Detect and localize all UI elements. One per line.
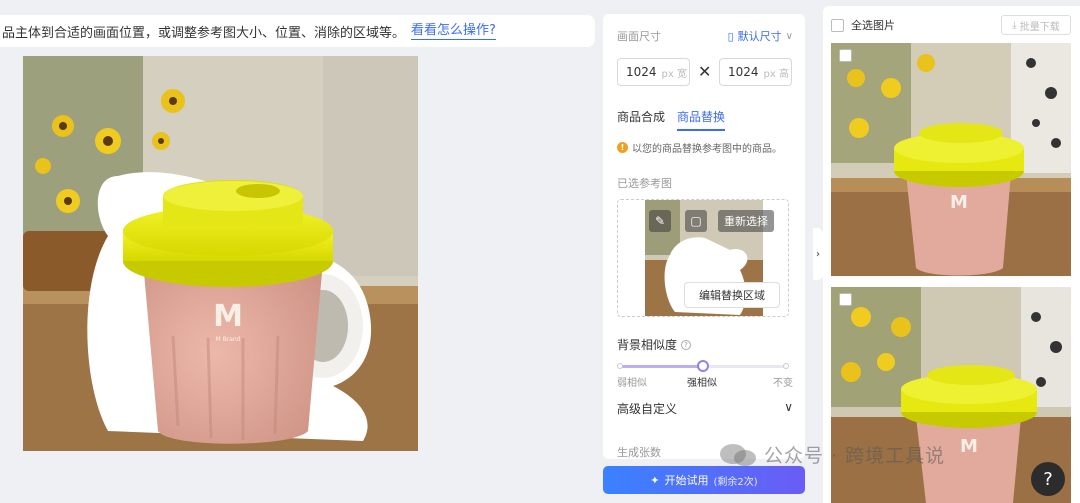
download-icon: ⤓ xyxy=(1012,19,1017,31)
help-icon[interactable]: ? xyxy=(681,339,692,350)
width-unit: px 宽 xyxy=(661,68,687,80)
default-size-dropdown[interactable]: ▯ 默认尺寸 ∨ xyxy=(728,28,793,44)
slider-stop-unchanged[interactable] xyxy=(783,363,789,369)
settings-panel: 画面尺寸 ▯ 默认尺寸 ∨ 1024 px 宽 ✕ 1024 px 高 商品合成… xyxy=(603,14,805,459)
replace-notice: ! 以您的商品替换参考图中的商品。 xyxy=(617,140,782,155)
magic-wand-icon[interactable]: ✎ xyxy=(649,210,671,232)
tab-product-composite[interactable]: 商品合成 xyxy=(617,108,665,131)
advanced-custom-label: 高级自定义 xyxy=(617,402,678,416)
result-image-1[interactable]: M xyxy=(831,43,1071,276)
batch-download-label: 批量下载 xyxy=(1019,21,1060,33)
slider-handle[interactable] xyxy=(697,360,709,372)
slider-stop-weak[interactable] xyxy=(617,363,623,369)
chevron-right-icon: › xyxy=(816,248,820,260)
reference-image-box[interactable]: ✎ ▢ 重新选择 编辑替换区域 xyxy=(617,199,789,317)
result-checkbox[interactable] xyxy=(839,49,852,62)
magic-wand-icon: ✦ xyxy=(650,473,660,487)
slider-fill xyxy=(620,365,703,368)
advanced-custom-row[interactable]: 高级自定义 ∨ xyxy=(617,400,793,417)
how-to-link[interactable]: 看看怎么操作? xyxy=(411,23,496,40)
generation-count-label: 生成张数 xyxy=(617,446,661,459)
warning-icon: ! xyxy=(617,142,628,153)
checkbox[interactable] xyxy=(831,18,844,32)
editing-canvas[interactable]: M M Brand xyxy=(23,56,418,451)
cup-logo: M xyxy=(960,436,978,457)
batch-download-button[interactable]: ⤓ 批量下载 xyxy=(1001,15,1071,35)
mode-tabs: 商品合成 商品替换 xyxy=(617,108,726,131)
label-strong[interactable]: 强相似 xyxy=(687,374,717,389)
height-unit: px 高 xyxy=(763,68,789,80)
reselect-button[interactable]: 重新选择 xyxy=(718,210,774,232)
bg-similarity-label: 背景相似度 ? xyxy=(617,336,692,353)
cup-logo: M xyxy=(950,192,968,213)
start-trial-label: 开始试用 xyxy=(664,474,709,487)
results-header: 全选图片 ⤓ 批量下载 xyxy=(831,15,1071,35)
collapse-panel-handle[interactable]: › xyxy=(813,228,823,280)
results-panel: 全选图片 ⤓ 批量下载 M M xyxy=(823,6,1080,503)
chevron-down-icon: ∨ xyxy=(784,400,793,414)
watermark-text: 公众号 · 跨境工具说 xyxy=(764,445,946,467)
default-size-label: 默认尺寸 xyxy=(737,30,782,43)
help-button[interactable]: ? xyxy=(1031,462,1065,496)
size-icon: ▯ xyxy=(727,29,734,43)
height-input[interactable]: 1024 px 高 xyxy=(719,58,792,86)
cup-logo-subtext: M Brand xyxy=(216,336,241,343)
canvas-size-row: 画面尺寸 ▯ 默认尺寸 ∨ xyxy=(617,28,793,44)
label-weak[interactable]: 弱相似 xyxy=(617,374,647,389)
select-all-label: 全选图片 xyxy=(851,19,895,32)
wechat-icon xyxy=(720,443,756,466)
instruction-text: 品主体到合适的画面位置，或调整参考图大小、位置、消除的区域等。 xyxy=(2,25,406,41)
width-value: 1024 xyxy=(626,65,657,79)
delete-icon[interactable]: ▢ xyxy=(685,210,707,232)
height-value: 1024 xyxy=(728,65,759,79)
label-unchanged[interactable]: 不变 xyxy=(773,374,793,389)
width-input[interactable]: 1024 px 宽 xyxy=(617,58,690,86)
instruction-bar: 品主体到合适的画面位置，或调整参考图大小、位置、消除的区域等。 看看怎么操作? xyxy=(0,15,595,47)
similarity-slider[interactable] xyxy=(617,360,789,372)
select-all-checkbox[interactable]: 全选图片 xyxy=(831,17,895,33)
watermark: 公众号 · 跨境工具说 xyxy=(718,441,945,468)
reference-label: 已选参考图 xyxy=(617,177,672,190)
product-composite-image: M M Brand xyxy=(23,56,418,451)
result-checkbox[interactable] xyxy=(839,293,852,306)
canvas-size-label: 画面尺寸 xyxy=(617,30,661,43)
edit-replace-area-button[interactable]: 编辑替换区域 xyxy=(684,282,780,308)
notice-text: 以您的商品替换参考图中的商品。 xyxy=(632,144,782,155)
chevron-down-icon: ∨ xyxy=(785,30,793,42)
tab-product-replace[interactable]: 商品替换 xyxy=(677,108,726,131)
cup-logo: M xyxy=(213,299,243,334)
bg-similarity-text: 背景相似度 xyxy=(617,338,678,352)
remaining-count: (剩余2次) xyxy=(713,476,758,488)
start-trial-button[interactable]: ✦ 开始试用 (剩余2次) xyxy=(603,466,805,494)
times-icon: ✕ xyxy=(698,62,712,81)
